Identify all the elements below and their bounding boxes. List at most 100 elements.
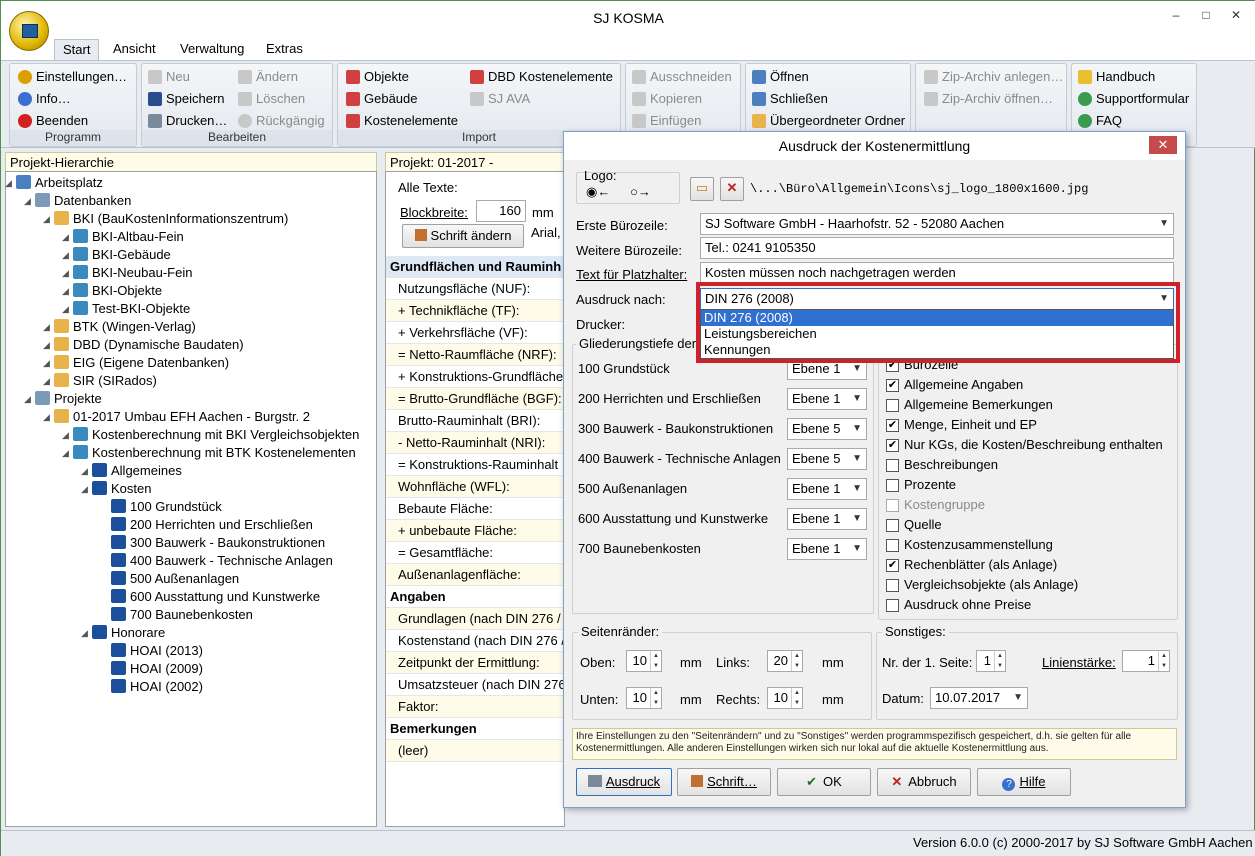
kopieren-button[interactable]: Kopieren <box>630 89 702 109</box>
handbuch-button[interactable]: Handbuch <box>1076 67 1155 87</box>
spinner-arrows-icon[interactable]: ▲ ▼ <box>650 651 661 671</box>
tree-expander-icon[interactable]: ◢ <box>62 228 72 246</box>
option-checkbox[interactable]: Ausdruck ohne Preise <box>886 596 1031 614</box>
tree-item[interactable]: ◢ BKI-Gebäude <box>62 246 171 264</box>
schliessen-button[interactable]: Schließen <box>750 89 828 109</box>
schrift-button[interactable]: Schrift… <box>677 768 771 796</box>
unten-spinner[interactable]: 10 ▲ ▼ <box>626 687 662 709</box>
tree-expander-icon[interactable]: ◢ <box>62 426 72 444</box>
gliederung-select[interactable]: Ebene 1 ▼ <box>787 478 867 500</box>
close-button[interactable]: ✕ <box>1222 1 1250 31</box>
project-tree[interactable]: ◢ Arbeitsplatz ◢ Datenbanken ◢ BKI (BauKosten… <box>5 171 377 827</box>
tree-expander-icon[interactable]: ◢ <box>62 300 72 318</box>
tree-expander-icon[interactable]: ◢ <box>43 318 53 336</box>
ausschneiden-button[interactable]: Ausschneiden <box>630 67 732 87</box>
hilfe-button[interactable]: ? Hilfe <box>977 768 1071 796</box>
nr-spinner[interactable]: 1 ▲ ▼ <box>976 650 1006 672</box>
logo-remove-button[interactable]: ✕ <box>720 177 744 201</box>
tab-extras[interactable]: Extras <box>258 39 311 61</box>
tree-item[interactable]: ◢ BKI (BauKostenInformationszentrum) <box>43 210 288 228</box>
oeffnen-button[interactable]: Öffnen <box>750 67 809 87</box>
info-button[interactable]: Info… <box>16 89 71 109</box>
import-objekte-button[interactable]: Objekte <box>344 67 409 87</box>
tree-item[interactable]: 300 Bauwerk - Baukonstruktionen <box>111 534 325 552</box>
tab-verwaltung[interactable]: Verwaltung <box>172 39 252 61</box>
tree-item[interactable]: ◢ Kosten <box>81 480 151 498</box>
tree-item[interactable]: ◢ Datenbanken <box>24 192 131 210</box>
tree-item[interactable]: ◢ BTK (Wingen-Verlag) <box>43 318 196 336</box>
oben-spinner[interactable]: 10 ▲ ▼ <box>626 650 662 672</box>
spinner-arrows-icon[interactable]: ▲ ▼ <box>791 651 802 671</box>
tree-item[interactable]: ◢ 01-2017 Umbau EFH Aachen - Burgstr. 2 <box>43 408 310 426</box>
tree-item[interactable]: ◢ BKI-Objekte <box>62 282 162 300</box>
dialog-close-button[interactable]: ✕ <box>1149 136 1177 154</box>
faq-button[interactable]: FAQ <box>1076 111 1122 131</box>
tree-expander-icon[interactable]: ◢ <box>62 246 72 264</box>
tree-expander-icon[interactable]: ◢ <box>62 264 72 282</box>
option-checkbox[interactable]: Kostenzusammenstellung <box>886 536 1053 554</box>
schrift-aendern-button[interactable]: Schrift ändern <box>402 224 524 248</box>
einfuegen-button[interactable]: Einfügen <box>630 111 701 131</box>
datum-picker[interactable]: 10.07.2017 ▼ <box>930 687 1028 709</box>
tree-item[interactable]: ◢ SIR (SIRados) <box>43 372 157 390</box>
tree-item[interactable]: 400 Bauwerk - Technische Anlagen <box>111 552 333 570</box>
tree-expander-icon[interactable]: ◢ <box>62 282 72 300</box>
ausdruck-button[interactable]: Ausdruck <box>576 768 672 796</box>
gliederung-select[interactable]: Ebene 5 ▼ <box>787 448 867 470</box>
spinner-arrows-icon[interactable]: ▲ ▼ <box>650 688 661 708</box>
tree-item[interactable]: HOAI (2013) <box>111 642 203 660</box>
tree-item[interactable]: ◢ DBD (Dynamische Baudaten) <box>43 336 244 354</box>
tree-item[interactable]: 500 Außenanlagen <box>111 570 239 588</box>
spinner-arrows-icon[interactable]: ▲ ▼ <box>791 688 802 708</box>
gliederung-select[interactable]: Ebene 1 ▼ <box>787 538 867 560</box>
import-gebaeude-button[interactable]: Gebäude <box>344 89 418 109</box>
tree-item[interactable]: HOAI (2009) <box>111 660 203 678</box>
zip-create-button[interactable]: Zip-Archiv anlegen… <box>922 67 1063 87</box>
rueckgaengig-button[interactable]: Rückgängig <box>236 111 325 131</box>
aendern-button[interactable]: Ändern <box>236 67 298 87</box>
option-checkbox[interactable]: Vergleichsobjekte (als Anlage) <box>886 576 1078 594</box>
erste-bürozeile-select[interactable]: SJ Software GmbH - Haarhofstr. 52 - 5208… <box>700 213 1174 235</box>
abbruch-button[interactable]: ✕ Abbruch <box>877 768 971 796</box>
einstellungen-button[interactable]: Einstellungen… <box>16 67 127 87</box>
linien-spinner[interactable]: 1 ▲ ▼ <box>1122 650 1170 672</box>
gliederung-select[interactable]: Ebene 1 ▼ <box>787 388 867 410</box>
minimize-button[interactable]: – <box>1162 1 1190 31</box>
rechts-spinner[interactable]: 10 ▲ ▼ <box>767 687 803 709</box>
spinner-arrows-icon[interactable]: ▲ ▼ <box>994 651 1005 671</box>
tree-item[interactable]: ◢ Arbeitsplatz <box>5 174 103 192</box>
gliederung-select[interactable]: Ebene 5 ▼ <box>787 418 867 440</box>
tree-item[interactable]: ◢ BKI-Altbau-Fein <box>62 228 184 246</box>
tree-item[interactable]: ◢ Honorare <box>81 624 165 642</box>
tree-expander-icon[interactable]: ◢ <box>24 390 34 408</box>
logo-left-radio[interactable]: ◉← <box>586 184 610 200</box>
platzhalter-input[interactable]: Kosten müssen noch nachgetragen werden <box>700 262 1174 284</box>
tree-expander-icon[interactable]: ◢ <box>43 372 53 390</box>
tree-item[interactable]: 200 Herrichten und Erschließen <box>111 516 313 534</box>
tree-expander-icon[interactable]: ◢ <box>24 192 34 210</box>
option-checkbox[interactable]: ✔ Allgemeine Angaben <box>886 376 1023 394</box>
option-checkbox[interactable]: Beschreibungen <box>886 456 998 474</box>
loeschen-button[interactable]: Löschen <box>236 89 305 109</box>
zip-open-button[interactable]: Zip-Archiv öffnen… <box>922 89 1053 109</box>
weitere-bürozeile-input[interactable]: Tel.: 0241 9105350 <box>700 237 1174 259</box>
ok-button[interactable]: ✔ OK <box>777 768 871 796</box>
tree-item[interactable]: ◢ Allgemeines <box>81 462 182 480</box>
tree-item[interactable]: HOAI (2002) <box>111 678 203 696</box>
option-checkbox[interactable]: Quelle <box>886 516 942 534</box>
tree-expander-icon[interactable]: ◢ <box>81 462 91 480</box>
supportformular-button[interactable]: Supportformular <box>1076 89 1189 109</box>
spinner-arrows-icon[interactable]: ▲ ▼ <box>1158 651 1169 671</box>
option-checkbox[interactable]: ✔ Nur KGs, die Kosten/Beschreibung enthal… <box>886 436 1163 454</box>
option-checkbox[interactable]: ✔ Rechenblätter (als Anlage) <box>886 556 1057 574</box>
tree-item[interactable]: 700 Baunebenkosten <box>111 606 253 624</box>
maximize-button[interactable]: □ <box>1192 1 1220 31</box>
import-kostenelemente-button[interactable]: Kostenelemente <box>344 111 458 131</box>
tree-item[interactable]: ◢ Kostenberechnung mit BTK Kostenelemente… <box>62 444 356 462</box>
tree-expander-icon[interactable]: ◢ <box>5 174 15 192</box>
tree-expander-icon[interactable]: ◢ <box>81 624 91 642</box>
folder-open-button[interactable]: ▭ <box>690 177 714 201</box>
tree-expander-icon[interactable]: ◢ <box>81 480 91 498</box>
tree-item[interactable]: 600 Ausstattung und Kunstwerke <box>111 588 320 606</box>
option-checkbox[interactable]: Kostengruppe <box>886 496 985 514</box>
